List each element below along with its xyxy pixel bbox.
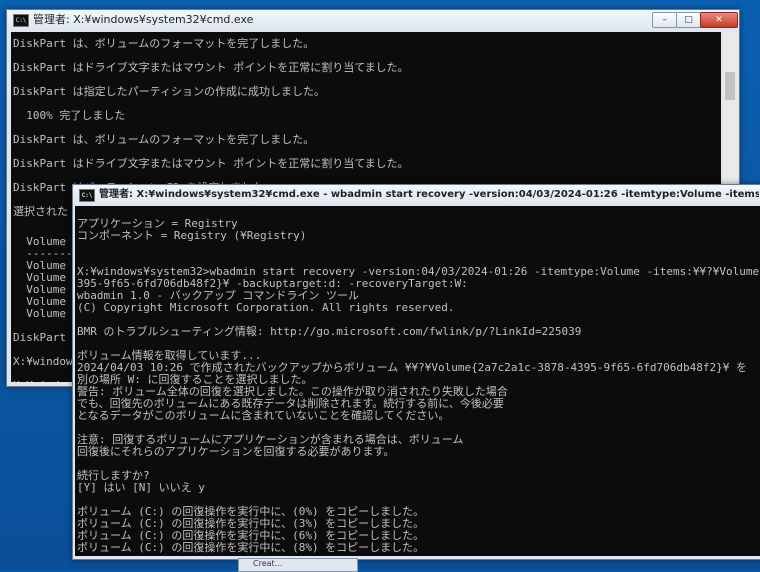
front-window-titlebar[interactable]: C:\ 管理者: X:¥windows¥system32¥cmd.exe - w… xyxy=(73,185,760,205)
back-scrollbar-thumb[interactable] xyxy=(725,72,735,100)
maximize-button[interactable]: □ xyxy=(676,12,701,28)
back-window-title: 管理者: X:¥windows¥system32¥cmd.exe xyxy=(33,13,254,26)
front-window-title: 管理者: X:¥windows¥system32¥cmd.exe - wbadm… xyxy=(99,189,759,200)
console-line: (C) Copyright Microsoft Corporation. All… xyxy=(77,301,455,314)
console-line: DiskPart は、ボリュームのフォーマットを完了しました。 xyxy=(13,133,315,146)
console-line: コンポーネント = Registry (¥Registry) xyxy=(77,229,307,242)
console-line: ボリューム (C:) の回復操作を実行中に、(8%) をコピーしました。 xyxy=(77,541,425,554)
front-console-output[interactable]: アプリケーション = Registry コンポーネント = Registry (¥… xyxy=(75,206,760,556)
console-line: BMR のトラブルシューティング情報: http://go.microsoft.… xyxy=(77,325,582,338)
front-console-lines: アプリケーション = Registry コンポーネント = Registry (¥… xyxy=(77,206,760,554)
front-cmd-window[interactable]: C:\ 管理者: X:¥windows¥system32¥cmd.exe - w… xyxy=(72,184,760,560)
minimize-button[interactable]: – xyxy=(652,12,677,28)
cmd-icon: C:\ xyxy=(79,189,95,202)
console-line: DiskPart はドライブ文字またはマウント ポイントを正常に割り当てました。 xyxy=(13,157,409,170)
console-line: DiskPart は指定したパーティションの作成に成功しました。 xyxy=(13,85,325,98)
console-line: 100% 完了しました xyxy=(13,109,126,122)
console-line: となるデータがこのボリュームに含まれていないことを確認してください。 xyxy=(77,409,450,422)
console-line: DiskPart はドライブ文字またはマウント ポイントを正常に割り当てました。 xyxy=(13,61,409,74)
cmd-icon: C:\ xyxy=(13,14,29,27)
console-line: 回復後にそれらのアプリケーションを回復する必要があります。 xyxy=(77,445,395,458)
taskbar-item-label: Creat... xyxy=(253,559,283,568)
console-line: [Y] はい [N] いいえ y xyxy=(77,481,205,494)
console-line: DiskPart は、ボリュームのフォーマットを完了しました。 xyxy=(13,37,315,50)
back-window-titlebar[interactable]: C:\ 管理者: X:¥windows¥system32¥cmd.exe – □… xyxy=(7,10,739,30)
close-button[interactable]: ✕ xyxy=(700,12,738,28)
